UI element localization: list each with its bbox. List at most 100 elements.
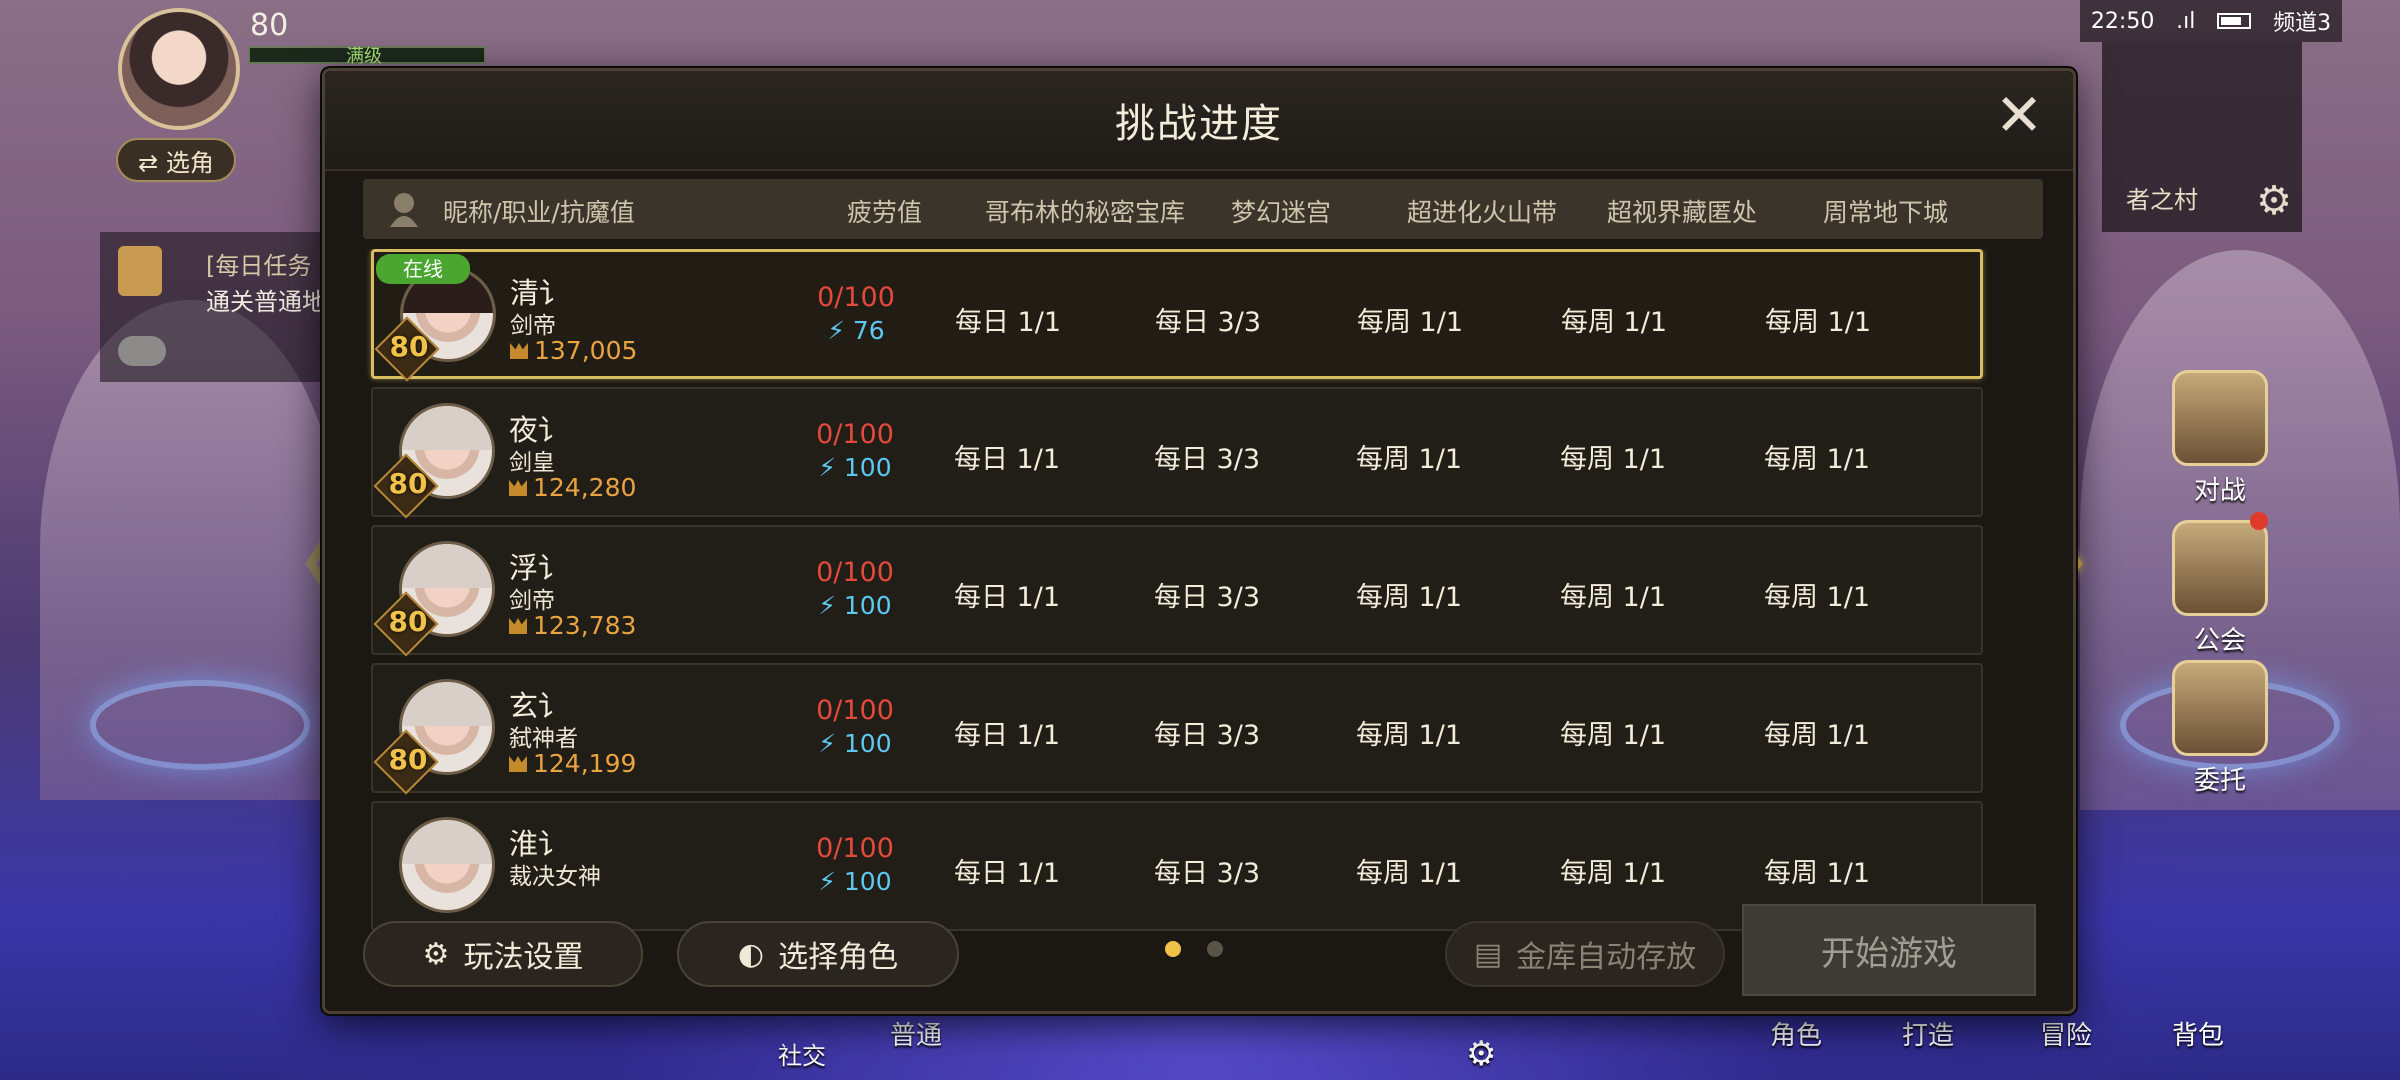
start-game-button[interactable]: 开始游戏 (1742, 904, 2036, 996)
switch-character-button[interactable]: ⇄ 选角 (116, 138, 236, 182)
select-character-button[interactable]: ◐ 选择角色 (677, 921, 959, 987)
guild-icon (2172, 520, 2268, 616)
commission-icon (2172, 660, 2268, 756)
character-job: 剑帝 (509, 588, 555, 614)
dungeon-progress-5: 每周 1/1 (1763, 858, 1871, 889)
player-level: 80 (250, 8, 289, 43)
location-name: 者之村 (2126, 186, 2198, 214)
header-dungeon-4: 超视界藏匿处 (1607, 198, 1758, 227)
bottom-bag[interactable]: 背包 (2172, 1015, 2224, 1052)
player-avatar[interactable] (118, 8, 240, 130)
task-title: [每日任务 (206, 252, 312, 280)
clock: 22:50 (2090, 8, 2155, 34)
energy-value: ⚡ 100 (818, 591, 892, 620)
fatigue-value: 0/100 (816, 833, 894, 864)
page-dot[interactable] (1207, 941, 1223, 957)
power-value: 124,199 (533, 749, 637, 778)
header-fatigue: 疲劳值 (847, 198, 923, 227)
character-job: 裁决女神 (509, 864, 601, 890)
character-level: 80 (388, 467, 428, 500)
battle-icon (2172, 370, 2268, 466)
header-dungeon-3: 超进化火山带 (1407, 198, 1558, 227)
character-row[interactable]: 在线 80 清讠 剑帝 137,005 0/100 ⚡ 76 每日 1/1 每日… (371, 249, 1983, 382)
bottom-normal[interactable]: 普通 (890, 1015, 942, 1052)
bottom-character[interactable]: 角色 (1770, 1015, 1822, 1052)
dungeon-progress-1: 每日 1/1 (953, 582, 1061, 613)
challenge-progress-dialog: 挑战进度 ✕ 昵称/职业/抗魔值 疲劳值 哥布林的秘密宝库 梦幻迷宫 超进化火山… (322, 68, 2076, 1014)
status-bar: 22:50 .ıl 频道3 (2080, 0, 2342, 42)
energy-value: ⚡ 100 (818, 729, 892, 758)
auto-store-button[interactable]: ▤ 金库自动存放 (1445, 921, 1725, 987)
character-power: 123,783 (509, 611, 636, 640)
dungeon-progress-1: 每日 1/1 (953, 720, 1061, 751)
battery-icon (2217, 13, 2252, 29)
energy-value: ⚡ 100 (818, 453, 892, 482)
dungeon-progress-5: 每周 1/1 (1763, 720, 1871, 751)
power-value: 137,005 (534, 336, 638, 365)
column-header-row: 昵称/职业/抗魔值 疲劳值 哥布林的秘密宝库 梦幻迷宫 超进化火山带 超视界藏匿… (363, 179, 2043, 239)
scroll-icon (118, 246, 162, 296)
side-menu-label: 公会 (2193, 626, 2246, 656)
bottom-craft[interactable]: 打造 (1902, 1015, 1954, 1052)
fatigue-value: 0/100 (816, 695, 894, 726)
daily-task-panel[interactable]: [每日任务 通关普通地下 (100, 232, 360, 382)
select-character-label: 选择角色 (778, 940, 899, 975)
dungeon-progress-2: 每日 3/3 (1153, 444, 1261, 475)
dungeon-progress-1: 每日 1/1 (953, 444, 1061, 475)
dungeon-progress-4: 每周 1/1 (1560, 307, 1668, 338)
fatigue-value: 0/100 (816, 419, 894, 450)
group-icon[interactable] (118, 336, 166, 366)
side-menu-battle[interactable]: 对战 (2160, 370, 2280, 507)
bottom-adventure[interactable]: 冒险 (2040, 1015, 2092, 1052)
energy-value: ⚡ 100 (818, 867, 892, 896)
fatigue-value: 0/100 (817, 282, 895, 313)
character-job: 剑帝 (510, 313, 556, 339)
side-menu-guild[interactable]: 公会 (2160, 520, 2280, 657)
page-dot-active (1165, 941, 1181, 957)
side-menu-label: 委托 (2193, 766, 2246, 796)
dungeon-progress-1: 每日 1/1 (954, 307, 1062, 338)
character-level: 80 (388, 605, 428, 638)
character-power: 124,199 (509, 749, 636, 778)
side-menu-commission[interactable]: 委托 (2160, 660, 2280, 797)
gear-icon[interactable]: ⚙ (1466, 1034, 1496, 1074)
signal-icon: .ıl (2176, 8, 2196, 34)
character-job: 弑神者 (509, 726, 578, 752)
character-portrait (399, 817, 495, 913)
page-indicator (1165, 941, 1223, 957)
notification-dot (2250, 512, 2268, 530)
dungeon-progress-2: 每日 3/3 (1154, 307, 1262, 338)
bottom-social[interactable]: 社交 (778, 1036, 826, 1071)
crown-icon (509, 480, 527, 496)
dungeon-progress-5: 每周 1/1 (1763, 444, 1871, 475)
energy-value: ⚡ 76 (827, 316, 885, 345)
header-dungeon-2: 梦幻迷宫 (1231, 198, 1332, 227)
online-badge: 在线 (376, 254, 470, 284)
character-list[interactable]: 在线 80 清讠 剑帝 137,005 0/100 ⚡ 76 每日 1/1 每日… (363, 249, 2047, 957)
dungeon-progress-3: 每周 1/1 (1355, 858, 1463, 889)
dungeon-progress-3: 每周 1/1 (1355, 720, 1463, 751)
character-power: 137,005 (510, 336, 637, 365)
close-icon[interactable]: ✕ (1987, 85, 2051, 149)
channel-label[interactable]: 频道3 (2273, 5, 2331, 37)
character-level: 80 (388, 743, 428, 776)
character-silhouette-icon (390, 193, 418, 227)
exp-label: 满级 (346, 46, 382, 67)
minimap-panel[interactable]: 者之村 ⚙ (2102, 42, 2302, 232)
dungeon-progress-2: 每日 3/3 (1153, 720, 1261, 751)
dialog-header: 挑战进度 ✕ (325, 71, 2073, 171)
crown-icon (509, 756, 527, 772)
dungeon-progress-4: 每周 1/1 (1559, 720, 1667, 751)
character-row[interactable]: 80 玄讠 弑神者 124,199 0/100 ⚡ 100 每日 1/1 每日 … (371, 663, 1983, 795)
dungeon-progress-3: 每周 1/1 (1355, 582, 1463, 613)
dungeon-progress-5: 每周 1/1 (1763, 582, 1871, 613)
power-value: 124,280 (533, 473, 637, 502)
crown-icon (510, 343, 528, 359)
play-settings-button[interactable]: ⚙ 玩法设置 (363, 921, 643, 987)
fatigue-value: 0/100 (816, 557, 894, 588)
character-row[interactable]: 80 夜讠 剑皇 124,280 0/100 ⚡ 100 每日 1/1 每日 3… (371, 387, 1983, 519)
gear-icon[interactable]: ⚙ (2256, 178, 2292, 224)
character-row[interactable]: 80 浮讠 剑帝 123,783 0/100 ⚡ 100 每日 1/1 每日 3… (371, 525, 1983, 657)
character-icon: ◐ (737, 936, 765, 972)
crown-icon (509, 618, 527, 634)
